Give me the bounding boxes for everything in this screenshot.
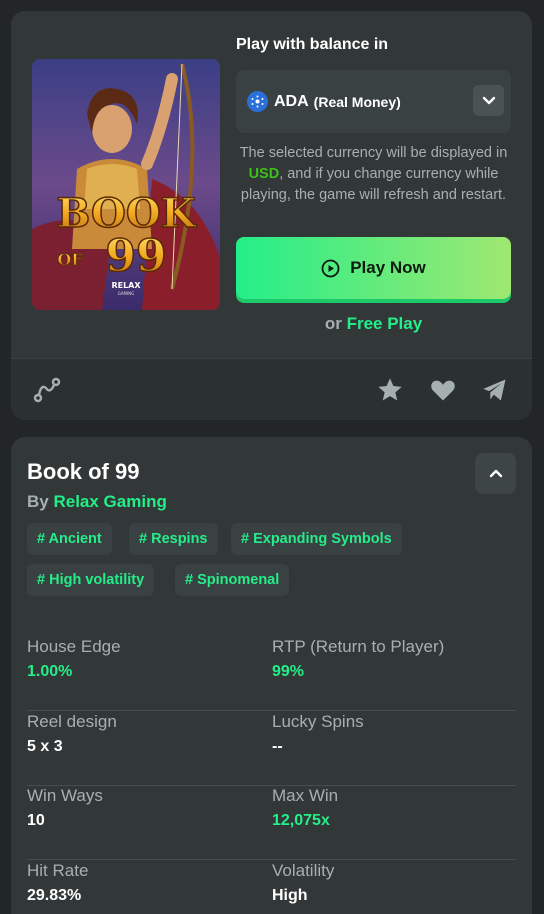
stat-row: Win Ways 10 Max Win 12,075x: [27, 786, 516, 860]
stat-win-ways: Win Ways 10: [27, 786, 103, 830]
telegram-icon[interactable]: [481, 376, 509, 409]
game-cover-image[interactable]: BOOK OF 99 RELAX GAMING: [32, 59, 220, 310]
currency-notice: The selected currency will be displayed …: [236, 143, 511, 206]
stat-label: Volatility: [272, 861, 335, 880]
tag-respins[interactable]: # Respins: [129, 523, 218, 555]
play-now-button[interactable]: Play Now: [236, 237, 511, 299]
star-icon[interactable]: [376, 376, 404, 409]
cover-artwork: BOOK OF 99 RELAX GAMING: [32, 59, 220, 310]
play-now-label: Play Now: [350, 258, 426, 277]
cover-title-book: BOOK: [56, 190, 196, 237]
stat-value: --: [272, 738, 283, 755]
stat-house-edge: House Edge 1.00%: [27, 637, 121, 681]
collapse-details-button[interactable]: [475, 453, 516, 494]
stat-hit-rate: Hit Rate 29.83%: [27, 861, 88, 905]
stat-value: 10: [27, 812, 45, 829]
tag-spinomenal[interactable]: # Spinomenal: [175, 564, 290, 596]
game-details-card: Book of 99 By Relax Gaming # Ancient # R…: [11, 437, 532, 914]
chevron-down-icon: [482, 96, 495, 105]
tag-high-volatility[interactable]: # High volatility: [27, 564, 155, 596]
stat-row: Reel design 5 x 3 Lucky Spins --: [27, 712, 516, 786]
stat-label: Win Ways: [27, 786, 103, 805]
stat-row: House Edge 1.00% RTP (Return to Player) …: [27, 637, 516, 711]
chevron-up-icon: [489, 469, 502, 478]
stat-value: 12,075x: [272, 812, 330, 829]
by-label: By: [27, 492, 49, 511]
ada-coin-icon: [247, 91, 268, 112]
stat-lucky-spins: Lucky Spins --: [272, 712, 364, 756]
stat-rtp: RTP (Return to Player) 99%: [272, 637, 444, 681]
cover-title-of: OF: [57, 250, 83, 269]
currency-dropdown-toggle[interactable]: [473, 85, 504, 116]
stat-label: Hit Rate: [27, 861, 89, 880]
stat-value: 99%: [272, 663, 305, 680]
provider-line: By Relax Gaming: [27, 492, 167, 512]
provider-link[interactable]: Relax Gaming: [53, 492, 166, 511]
play-card: BOOK OF 99 RELAX GAMING Play with balanc…: [11, 11, 532, 420]
game-title: Book of 99: [27, 459, 140, 484]
free-play-row: or Free Play: [236, 314, 511, 334]
share-path-icon[interactable]: [33, 376, 61, 409]
cover-brand-sub: GAMING: [118, 291, 135, 296]
stat-value: 5 x 3: [27, 738, 63, 755]
stat-value: High: [272, 887, 308, 904]
stat-label: House Edge: [27, 637, 121, 656]
cover-brand-logo: RELAX: [111, 281, 141, 290]
stat-label: RTP (Return to Player): [272, 637, 445, 656]
notice-currency: USD: [248, 166, 280, 182]
stat-row: Hit Rate 29.83% Volatility High: [27, 861, 516, 914]
currency-code: ADA: [274, 92, 309, 110]
stat-label: Max Win: [272, 786, 339, 805]
stat-label: Lucky Spins: [272, 712, 364, 731]
or-label: or: [324, 314, 342, 333]
game-action-toolbar: [11, 358, 532, 420]
tag-expanding-symbols[interactable]: # Expanding Symbols: [231, 523, 402, 555]
tag-ancient[interactable]: # Ancient: [27, 523, 112, 555]
heart-icon[interactable]: [429, 376, 457, 409]
stat-max-win: Max Win 12,075x: [272, 786, 338, 830]
play-circle-icon: [321, 259, 340, 277]
notice-text-start: The selected currency will be displayed …: [239, 145, 508, 161]
notice-text-end: , and if you change currency while playi…: [240, 166, 507, 203]
currency-select[interactable]: ADA (Real Money): [236, 70, 511, 133]
stat-volatility: Volatility High: [272, 861, 334, 905]
stat-value: 29.83%: [27, 887, 82, 904]
stat-value: 1.00%: [27, 663, 73, 680]
free-play-link[interactable]: Free Play: [347, 314, 423, 333]
cover-title-number: 99: [105, 231, 166, 282]
stat-reel-design: Reel design 5 x 3: [27, 712, 117, 756]
currency-type: (Real Money): [313, 93, 401, 110]
play-with-balance-title: Play with balance in: [236, 36, 389, 53]
stat-label: Reel design: [27, 712, 117, 731]
